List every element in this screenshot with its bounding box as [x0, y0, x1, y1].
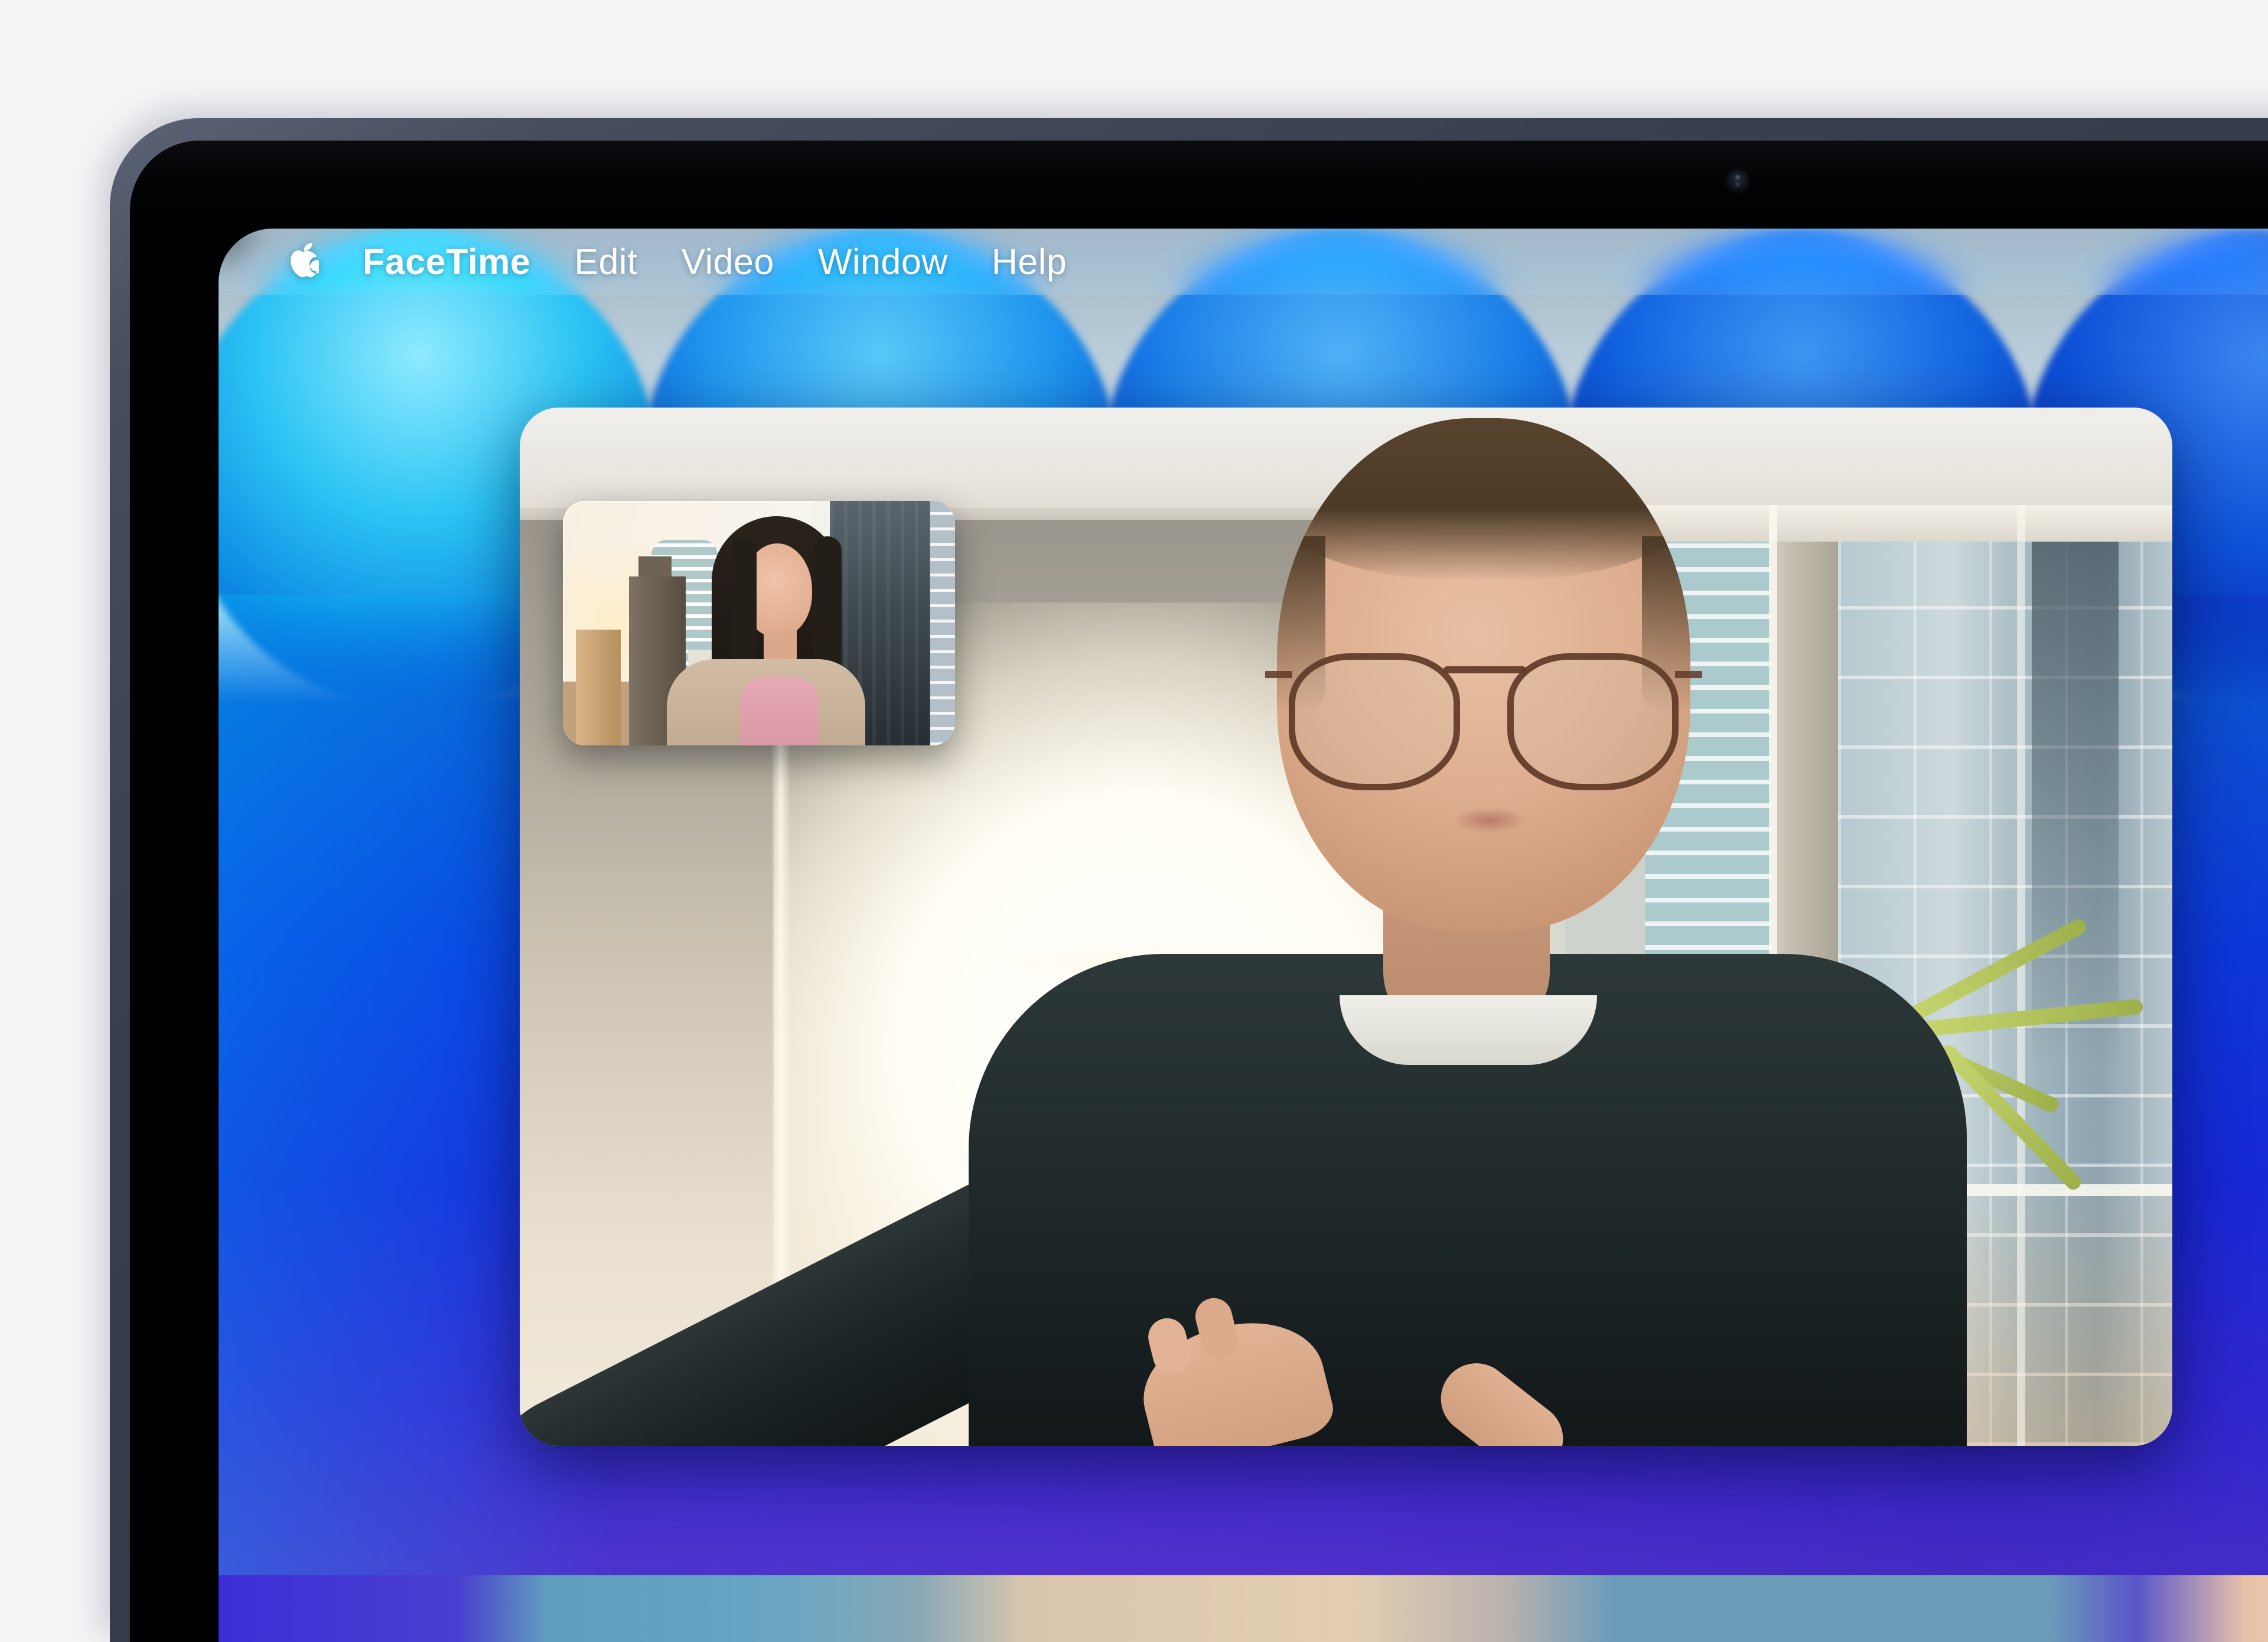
skyline-building: [576, 630, 621, 745]
menu-item-edit[interactable]: Edit: [574, 241, 637, 282]
menu-item-window[interactable]: Window: [818, 241, 948, 282]
menu-item-facetime[interactable]: FaceTime: [363, 241, 530, 282]
webcam-icon: [1724, 168, 1751, 195]
window-mullion: [1645, 505, 2172, 542]
menu-bar: FaceTime Edit Video Window Help: [219, 229, 2268, 295]
aviator-glasses: [1289, 643, 1679, 790]
light-facade: [930, 501, 955, 745]
wallpaper-bottom-row: [219, 1575, 2268, 1642]
tshirt-collar: [1340, 995, 1597, 1065]
menu-item-video[interactable]: Video: [681, 241, 774, 282]
menu-item-help[interactable]: Help: [992, 241, 1067, 282]
man-mouth: [1454, 808, 1525, 833]
screen-bezel: FaceTime Edit Video Window Help: [130, 141, 2268, 1642]
man-hair: [1277, 418, 1690, 581]
apple-logo-icon[interactable]: [287, 241, 319, 279]
woman-pink-top: [740, 677, 819, 745]
macbook-device: FaceTime Edit Video Window Help: [110, 118, 2268, 1642]
self-view-pip[interactable]: [563, 501, 955, 745]
facetime-window[interactable]: [520, 408, 2172, 1446]
macos-desktop: FaceTime Edit Video Window Help: [219, 229, 2268, 1642]
